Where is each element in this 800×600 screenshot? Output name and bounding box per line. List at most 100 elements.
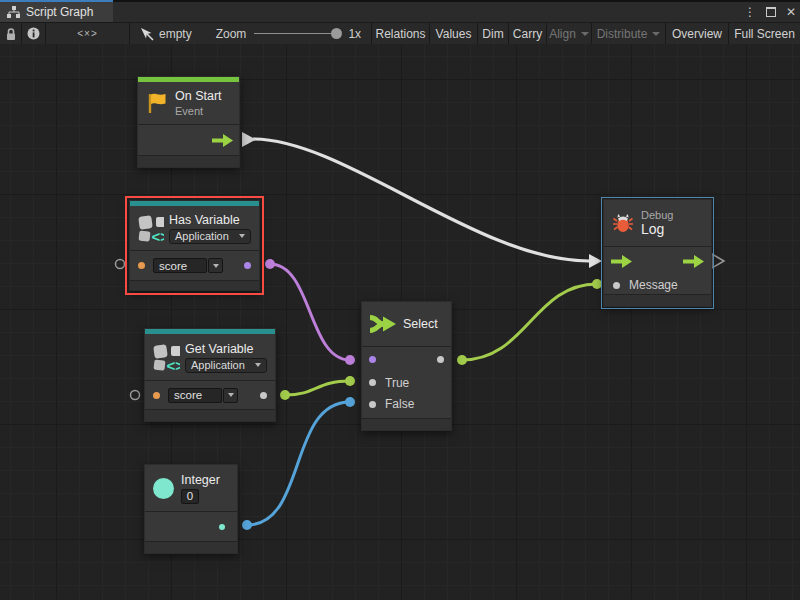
window-maximize-icon[interactable] — [766, 7, 776, 17]
node-footer — [145, 541, 237, 553]
output-port-result[interactable] — [244, 262, 251, 269]
node-title: Select — [403, 317, 438, 331]
input-port-true[interactable] — [369, 379, 376, 386]
lock-button[interactable] — [0, 23, 22, 44]
graph-pointer-icon — [140, 27, 154, 41]
variable-scope-dropdown[interactable]: Application — [185, 358, 267, 373]
variable-name-field[interactable]: score — [153, 258, 207, 273]
zoom-slider[interactable] — [254, 33, 338, 34]
code-view-button[interactable]: <×> — [46, 23, 130, 44]
integer-value: 0 — [187, 490, 193, 502]
bug-icon — [612, 212, 634, 234]
variable-name-dropdown[interactable] — [208, 258, 223, 273]
node-subtitle: Event — [175, 105, 222, 117]
port-label-false: False — [385, 397, 414, 411]
variable-name-dropdown[interactable] — [223, 388, 238, 403]
tab-script-graph[interactable]: Script Graph — [0, 2, 113, 22]
select-merge-icon — [370, 313, 396, 335]
flow-output-port[interactable] — [212, 134, 233, 147]
node-title: Get Variable — [185, 342, 267, 356]
node-title: Integer — [181, 473, 220, 487]
port-label-true: True — [385, 376, 409, 390]
wire-onstart-to-log[interactable] — [253, 139, 589, 261]
graph-canvas[interactable]: On Start Event <> Has Variable — [0, 44, 800, 600]
zoom-label: Zoom — [216, 27, 247, 41]
wire-select-to-log-message[interactable] — [462, 284, 597, 360]
input-port-false[interactable] — [369, 401, 376, 408]
titlebar: Script Graph ⋮ ✕ — [0, 0, 800, 22]
wire-getvariable-to-select-true[interactable] — [285, 381, 350, 395]
variable-scope-dropdown[interactable]: Application — [169, 229, 251, 244]
output-port-value[interactable] — [260, 392, 267, 399]
distribute-button[interactable]: Distribute — [592, 23, 666, 44]
flow-input-arrow-log[interactable] — [589, 254, 602, 268]
unconnected-port-getvariable[interactable] — [131, 391, 140, 400]
code-icon: <×> — [77, 28, 98, 39]
carry-label: Carry — [513, 27, 542, 41]
wire-end-dot[interactable] — [242, 520, 252, 530]
wire-end-dot[interactable] — [280, 390, 290, 400]
caret-down-icon — [255, 363, 261, 367]
node-select[interactable]: Select True False — [361, 301, 452, 431]
tab-title: Script Graph — [26, 5, 93, 19]
variable-name-value: score — [174, 389, 202, 401]
node-get-variable[interactable]: <> Get Variable Application score — [144, 328, 276, 422]
wire-end-dot[interactable] — [345, 355, 355, 365]
variable-name-value: score — [159, 260, 187, 272]
node-on-start[interactable]: On Start Event — [137, 76, 240, 168]
flow-input-port[interactable] — [611, 255, 632, 268]
info-button[interactable] — [22, 23, 46, 44]
flow-output-port[interactable] — [683, 255, 704, 268]
window-close-icon[interactable]: ✕ — [786, 5, 796, 19]
distribute-label: Distribute — [597, 27, 648, 41]
window-menu-icon[interactable]: ⋮ — [744, 5, 756, 19]
flow-output-arrow-onstart[interactable] — [242, 132, 256, 147]
unconnected-port-hasvariable[interactable] — [116, 260, 125, 269]
carry-button[interactable]: Carry — [509, 23, 547, 44]
wire-end-dot[interactable] — [265, 259, 275, 269]
wire-hasvariable-to-select[interactable] — [270, 264, 350, 360]
zoom-slider-handle[interactable] — [331, 28, 342, 39]
unconnected-flow-output-log[interactable] — [712, 254, 724, 268]
overview-button[interactable]: Overview — [666, 23, 729, 44]
node-footer — [138, 155, 239, 167]
input-port-name[interactable] — [153, 392, 160, 399]
caret-down-icon — [581, 32, 589, 36]
overview-label: Overview — [672, 27, 722, 41]
svg-text:<>: <> — [167, 357, 181, 372]
variable-scope-value: Application — [175, 230, 229, 242]
caret-down-icon — [652, 32, 660, 36]
full-screen-button[interactable]: Full Screen — [729, 23, 800, 44]
integer-icon — [153, 478, 174, 499]
align-button[interactable]: Align — [547, 23, 592, 44]
integer-value-field[interactable]: 0 — [181, 489, 199, 504]
input-port-name[interactable] — [138, 262, 145, 269]
node-debug-log[interactable]: Debug Log Message — [603, 199, 712, 307]
node-has-variable[interactable]: <> Has Variable Application score — [129, 200, 260, 291]
caret-down-icon — [213, 264, 219, 268]
values-button[interactable]: Values — [430, 23, 478, 44]
node-footer — [145, 409, 275, 421]
wire-end-dot[interactable] — [345, 397, 355, 407]
wire-end-dot[interactable] — [592, 279, 602, 289]
input-port-message[interactable] — [613, 282, 620, 289]
node-footer — [362, 418, 451, 430]
node-title: Log — [641, 221, 673, 237]
zoom-value: 1x — [348, 27, 361, 41]
node-integer[interactable]: Integer 0 — [144, 464, 238, 554]
wire-end-dot[interactable] — [345, 376, 355, 386]
variable-name-field[interactable]: score — [168, 388, 222, 403]
variable-scope-value: Application — [191, 359, 245, 371]
node-category: Debug — [641, 209, 673, 221]
info-icon — [27, 27, 40, 40]
relations-button[interactable]: Relations — [372, 23, 430, 44]
graph-context-segment: empty Zoom 1x — [130, 23, 372, 44]
input-port-condition[interactable] — [369, 356, 376, 363]
variables-icon: <> — [153, 343, 180, 372]
dim-button[interactable]: Dim — [478, 23, 509, 44]
full-screen-label: Full Screen — [734, 27, 795, 41]
output-port-value[interactable] — [219, 524, 225, 530]
output-port-selection[interactable] — [437, 356, 444, 363]
node-footer — [604, 294, 711, 306]
wire-end-dot[interactable] — [457, 355, 467, 365]
